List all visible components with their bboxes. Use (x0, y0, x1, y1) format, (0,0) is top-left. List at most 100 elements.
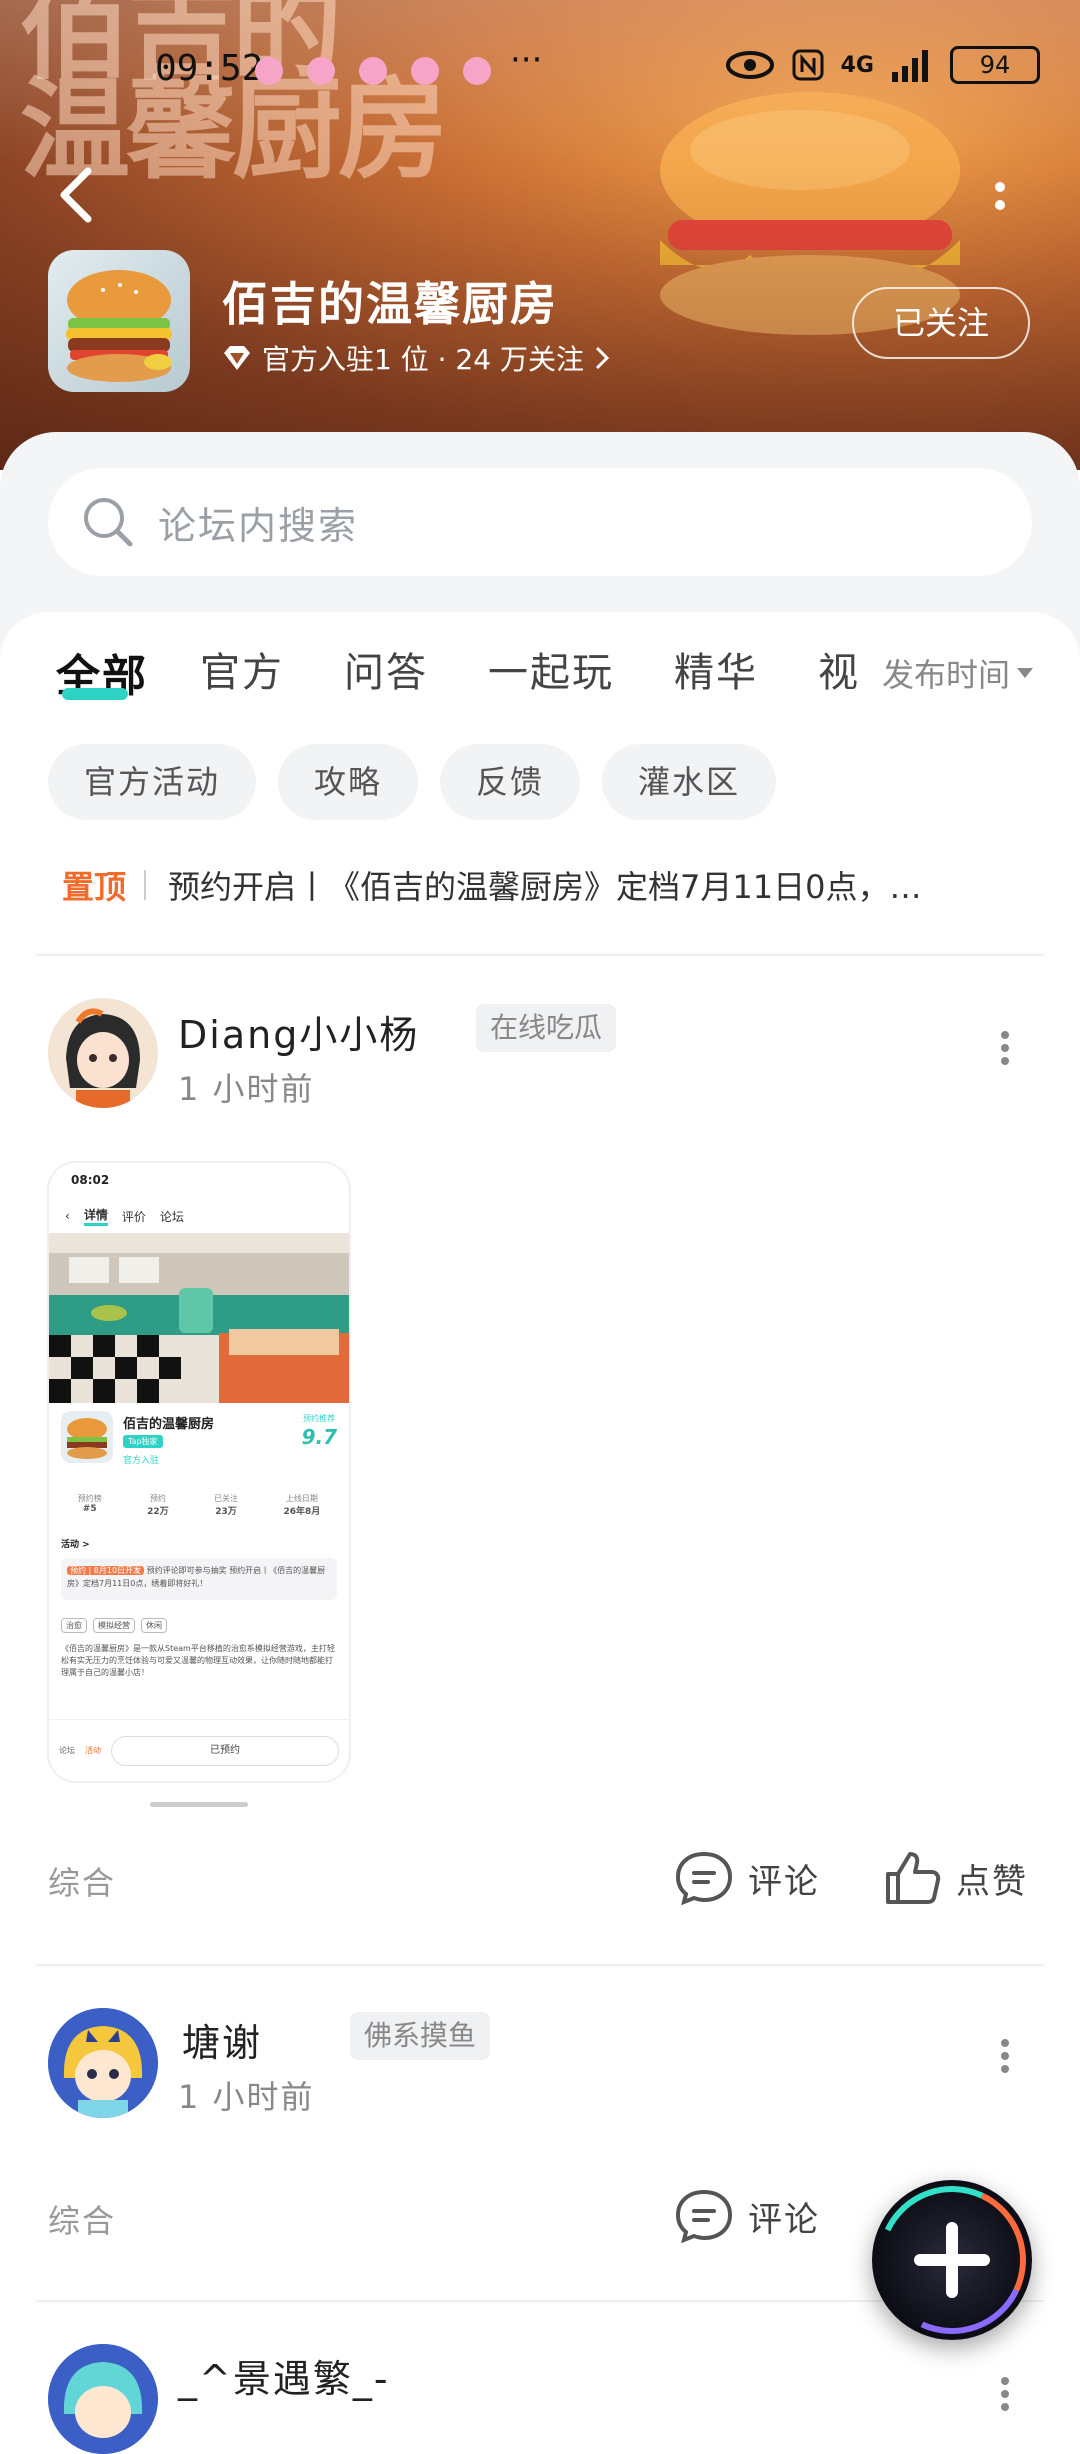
post-username[interactable]: 塘谢 (182, 2012, 262, 2067)
thumb-activity-tag: 预约 | 8月10日开发 (67, 1566, 145, 1575)
chevron-right-icon (595, 346, 610, 370)
post-image[interactable]: 08:02 ‹ 详情 评价 论坛 佰吉的温馨厨房 Tap独家 官方入驻 预约推荐… (48, 1162, 350, 1782)
thumb-tab-forum: 论坛 (159, 1209, 184, 1224)
user-badge: 佛系摸鱼 (350, 2012, 491, 2060)
thumb-stat: 已关注 23万 (214, 1494, 239, 1517)
comment-button[interactable]: 评论 (674, 2188, 820, 2244)
avatar-illustration (48, 2344, 158, 2454)
tab-video[interactable]: 视 (818, 640, 860, 698)
post-username[interactable]: _^景遇繁_- (178, 2348, 390, 2403)
comment-label: 评论 (748, 1861, 820, 1902)
post-username[interactable]: Diang小小杨 (178, 1004, 419, 1059)
create-post-button[interactable] (857, 2165, 1047, 2355)
thumb-description: 《佰吉的温馨厨房》是一款从Steam平台移植的治愈系模拟经营游戏，主打轻松有实无… (61, 1644, 335, 1677)
thumb-activity-box: 预约 | 8月10日开发 预约评论即可参与抽奖 预约开启丨《佰吉的温馨厨房》定档… (61, 1558, 337, 1600)
avatar[interactable] (48, 998, 158, 1108)
sort-label: 发布时间 (882, 656, 1011, 694)
search-input[interactable]: 论坛内搜索 (158, 495, 358, 550)
tab-play-together[interactable]: 一起玩 (488, 640, 614, 698)
game-subtitle[interactable]: 官方入驻1 位 · 24 万关注 (222, 338, 610, 378)
thumb-stat: 预约 22万 (147, 1494, 169, 1517)
nfc-icon (792, 49, 824, 81)
post-time: 1 小时前 (178, 1070, 315, 1108)
comment-label: 评论 (748, 2199, 820, 2240)
thumb-tags: 治愈 模拟经营 休闲 (49, 1604, 349, 1637)
signal-icon (892, 50, 928, 82)
caret-down-icon (1017, 668, 1034, 678)
status-bar: 09:52 ··· 4G 94 (0, 40, 1080, 100)
thumb-burger-icon (61, 1411, 113, 1463)
avatar[interactable] (48, 2344, 158, 2454)
thumb-game-info: 佰吉的温馨厨房 Tap独家 官方入驻 预约推荐 9.7 (49, 1403, 349, 1493)
diamond-icon (224, 346, 250, 370)
thumb-tag-item: 模拟经营 (93, 1618, 135, 1633)
thumb-tag-item: 休闲 (141, 1618, 167, 1633)
thumb-game-name: 佰吉的温馨厨房 (123, 1417, 215, 1432)
pinned-post[interactable]: 置顶 预约开启丨《佰吉的温馨厨房》定档7月11日0点，… (62, 862, 1022, 908)
back-arrow-icon[interactable] (52, 165, 102, 225)
post-more-icon[interactable] (999, 2372, 1011, 2420)
comment-icon (675, 2189, 733, 2244)
thumb-forum-label: 论坛 (59, 1746, 75, 1755)
like-button[interactable]: 点赞 (884, 1850, 1028, 1906)
thumb-stats: 预约榜 #5 预约 22万 已关注 23万 上线日期 26年8月 (49, 1493, 349, 1533)
active-tab-indicator (62, 688, 128, 700)
more-menu-icon[interactable] (985, 175, 1015, 225)
game-icon[interactable] (48, 250, 190, 392)
follow-button[interactable]: 已关注 (852, 287, 1030, 359)
divider (36, 1964, 1044, 1966)
sort-dropdown[interactable]: 发布时间 (872, 650, 1035, 696)
comment-icon (675, 1851, 733, 1906)
thumb-game-scene (49, 1233, 349, 1403)
game-title: 佰吉的温馨厨房 (222, 277, 558, 331)
thumb-stat: 上线日期 26年8月 (283, 1494, 321, 1517)
thumb-tag-item: 治愈 (61, 1618, 87, 1633)
thumb-score: 9.7 (301, 1425, 337, 1449)
avatar[interactable] (48, 2008, 158, 2118)
tab-official[interactable]: 官方 (200, 640, 284, 698)
thumb-back-icon: ‹ (65, 1209, 70, 1223)
pinned-tag: 置顶 (62, 868, 127, 906)
eye-icon (725, 51, 774, 79)
plus-icon (914, 2222, 990, 2298)
thumb-tab-detail: 详情 (83, 1206, 108, 1226)
thumb-tab-review: 评价 (121, 1209, 146, 1224)
image-indicator (150, 1802, 248, 1807)
tab-featured[interactable]: 精华 (674, 640, 758, 698)
thumb-stat: 预约榜 #5 (77, 1494, 102, 1514)
user-badge: 在线吃瓜 (476, 1004, 617, 1052)
chip-guides[interactable]: 攻略 (278, 744, 419, 820)
thumbs-up-icon (886, 1852, 941, 1904)
status-time: 09:52 (155, 48, 264, 89)
thumb-reserved-button: 已预约 (111, 1735, 339, 1766)
pinned-separator (144, 870, 147, 900)
thumb-score-label: 预约推荐 (303, 1414, 335, 1423)
divider (36, 954, 1044, 956)
pinned-text: 预约开启丨《佰吉的温馨厨房》定档7月11日0点，… (168, 868, 922, 906)
burger-icon (66, 270, 172, 382)
avatar-illustration (48, 2008, 158, 2118)
thumb-official: 官方入驻 (123, 1456, 160, 1466)
tab-qa[interactable]: 问答 (344, 640, 428, 698)
post-time: 1 小时前 (178, 2078, 315, 2116)
comment-button[interactable]: 评论 (674, 1850, 820, 1906)
search-bar[interactable]: 论坛内搜索 (48, 468, 1032, 576)
battery-icon: 94 (950, 46, 1040, 84)
thumb-status-time: 08:02 (71, 1173, 110, 1187)
status-right: 4G 94 (725, 46, 1040, 84)
post-more-icon[interactable] (999, 2034, 1011, 2082)
thumb-nav: ‹ 详情 评价 论坛 (49, 1199, 349, 1233)
thumb-activity-title: 活动 > (61, 1540, 90, 1550)
category-chips: 官方活动 攻略 反馈 灌水区 (48, 744, 777, 820)
chip-feedback[interactable]: 反馈 (440, 744, 581, 820)
subtitle-text: 官方入驻1 位 · 24 万关注 (262, 343, 584, 376)
chip-chat[interactable]: 灌水区 (602, 744, 777, 820)
post-more-icon[interactable] (999, 1026, 1011, 1074)
thumb-bottom-bar: 论坛 活动 已预约 (49, 1719, 349, 1781)
post-category: 综合 (48, 1864, 117, 1902)
more-notifications-icon: ··· (510, 40, 543, 80)
chip-official-events[interactable]: 官方活动 (48, 744, 257, 820)
avatar-illustration (48, 998, 158, 1108)
search-icon (84, 498, 133, 547)
thumb-tag: Tap独家 (123, 1435, 163, 1448)
